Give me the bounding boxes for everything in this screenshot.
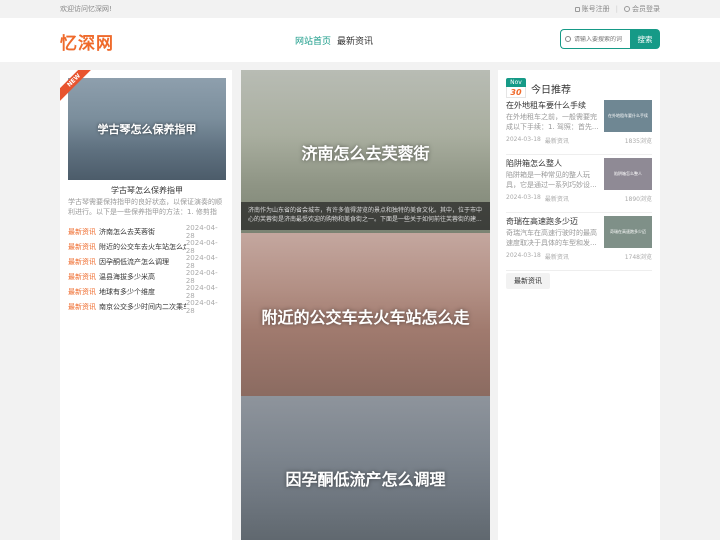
new-badge: NEW	[60, 70, 99, 105]
list-item-category[interactable]: 最新资讯	[68, 302, 99, 312]
date-badge: Nov 30	[506, 78, 526, 98]
featured-title[interactable]: 学古琴怎么保养指甲	[68, 185, 226, 196]
slide-card[interactable]: 附近的公交车去火车站怎么走	[241, 233, 490, 396]
list-item-category[interactable]: 最新资讯	[68, 227, 99, 237]
recommend-title[interactable]: 在外地租车要什么手续	[506, 100, 586, 111]
tag-latest-news[interactable]: 最新资讯	[506, 273, 550, 289]
register-link[interactable]: 账号注册	[574, 4, 610, 14]
recommend-date: 2024-03-18	[506, 136, 541, 143]
site-header: 忆深网 网站首页 最新资讯 搜索	[0, 18, 720, 62]
list-item-title[interactable]: 温县海拔多少米高	[99, 272, 186, 282]
article-list: 最新资讯 济南怎么去芙蓉街 2024-04-28 最新资讯 附近的公交车去火车站…	[68, 223, 226, 315]
list-item-date: 2024-04-28	[185, 283, 218, 300]
list-item-title[interactable]: 因孕酮低流产怎么调理	[99, 257, 186, 267]
recommend-item[interactable]: 在外地租车要什么手续 在外地租车之前，一般需要完成以下手续：1. 驾照：首先..…	[506, 100, 652, 155]
list-item-date: 2024-04-28	[185, 298, 218, 315]
search-icon	[565, 36, 571, 42]
recommend-item[interactable]: 奇瑞在高速跑多少迈 奇瑞汽车在高速行驶时的最高速度取决于具体的车型和发... 奇…	[506, 216, 652, 271]
register-label: 账号注册	[581, 5, 610, 13]
list-item-category[interactable]: 最新资讯	[68, 242, 99, 252]
featured-desc: 学古琴需要保持指甲的良好状态，以保证演奏的顺利进行。以下是一些保养指甲的方法：1…	[68, 198, 222, 216]
lock-icon	[574, 6, 580, 12]
list-item[interactable]: 最新资讯 地球有多少个维度 2024-04-28	[68, 283, 226, 300]
list-item[interactable]: 最新资讯 济南怎么去芙蓉街 2024-04-28	[68, 223, 226, 240]
date-day: 30	[506, 87, 526, 98]
recommend-title[interactable]: 奇瑞在高速跑多少迈	[506, 216, 578, 227]
recommend-meta: 2024-03-18 最新资讯 1890浏览	[506, 194, 652, 203]
slide-card[interactable]: 因孕酮低流产怎么调理	[241, 396, 490, 540]
recommend-item[interactable]: 陷阱箱怎么整人 陷阱箱是一种常见的整人玩具，它是通过一系列巧妙设... 陷阱箱怎…	[506, 158, 652, 213]
main-nav: 网站首页 最新资讯	[295, 34, 373, 47]
recommend-views: 1748浏览	[624, 254, 652, 261]
search-button[interactable]: 搜索	[630, 29, 660, 49]
recommend-title[interactable]: 陷阱箱怎么整人	[506, 158, 562, 169]
list-item-title[interactable]: 附近的公交车去火车站怎么走	[99, 242, 186, 252]
list-item-title[interactable]: 南京公交多少时间内二次乘车	[99, 302, 186, 312]
nav-latest-news[interactable]: 最新资讯	[337, 34, 373, 47]
list-item-category[interactable]: 最新资讯	[68, 287, 99, 297]
search-box	[560, 29, 630, 49]
slide-title: 因孕酮低流产怎么调理	[285, 470, 446, 489]
recommend-date: 2024-03-18	[506, 194, 541, 201]
recommend-desc: 在外地租车之前，一般需要完成以下手续：1. 驾照：首先...	[506, 113, 599, 131]
list-item[interactable]: 最新资讯 温县海拔多少米高 2024-04-28	[68, 268, 226, 285]
recommend-thumbnail[interactable]: 陷阱箱怎么整人	[604, 158, 652, 190]
recommend-category[interactable]: 最新资讯	[545, 252, 569, 261]
recommend-thumbnail[interactable]: 奇瑞在高速跑多少迈	[604, 216, 652, 248]
new-ribbon: NEW	[60, 70, 100, 110]
search-form: 搜索	[560, 29, 660, 49]
list-item-date: 2024-04-28	[185, 223, 218, 240]
list-item[interactable]: 最新资讯 因孕酮低流产怎么调理 2024-04-28	[68, 253, 226, 270]
slide-card[interactable]: 济南怎么去芙蓉街 济南作为山东省的省会城市，有许多值得游览的景点和独特的美食文化…	[241, 70, 490, 233]
list-item-date: 2024-04-28	[185, 238, 218, 255]
recommend-category[interactable]: 最新资讯	[545, 194, 569, 203]
recommend-views: 1835浏览	[624, 138, 652, 145]
recommend-meta: 2024-03-18 最新资讯 1748浏览	[506, 252, 652, 261]
left-column: 学古琴怎么保养指甲 NEW 学古琴怎么保养指甲 学古琴需要保持指甲的良好状态，以…	[60, 70, 232, 540]
slide-title: 附近的公交车去火车站怎么走	[261, 308, 470, 327]
site-logo[interactable]: 忆深网	[60, 29, 114, 54]
welcome-text: 欢迎访问忆深网!	[60, 5, 112, 13]
list-item[interactable]: 最新资讯 附近的公交车去火车站怎么走 2024-04-28	[68, 238, 226, 255]
list-item-title[interactable]: 地球有多少个维度	[99, 287, 186, 297]
recommend-views: 1890浏览	[624, 196, 652, 203]
recommend-thumbnail[interactable]: 在外地租车要什么手续	[604, 100, 652, 132]
search-input[interactable]	[574, 35, 626, 43]
recommend-category[interactable]: 最新资讯	[545, 136, 569, 145]
recommend-desc: 陷阱箱是一种常见的整人玩具，它是通过一系列巧妙设...	[506, 171, 597, 189]
list-item[interactable]: 最新资讯 南京公交多少时间内二次乘车 2024-04-28	[68, 298, 226, 315]
center-slides: 济南怎么去芙蓉街 济南作为山东省的省会城市，有许多值得游览的景点和独特的美食文化…	[241, 70, 490, 540]
login-label: 会员登录	[632, 5, 660, 13]
recommend-meta: 2024-03-18 最新资讯 1835浏览	[506, 136, 652, 145]
account-links: 账号注册 | 会员登录	[574, 4, 660, 14]
slide-caption: 济南作为山东省的省会城市，有许多值得游览的景点和独特的美食文化。其中，位于市中心…	[241, 202, 490, 230]
list-item-title[interactable]: 济南怎么去芙蓉街	[99, 227, 186, 237]
right-column: Nov 30 今日推荐 在外地租车要什么手续 在外地租车之前，一般需要完成以下手…	[498, 70, 660, 540]
recommend-heading: 今日推荐	[531, 85, 571, 96]
date-month: Nov	[506, 78, 526, 87]
login-link[interactable]: 会员登录	[624, 4, 660, 14]
recommend-date: 2024-03-18	[506, 252, 541, 259]
list-item-category[interactable]: 最新资讯	[68, 257, 99, 267]
slide-title: 济南怎么去芙蓉街	[301, 144, 430, 163]
user-icon	[624, 6, 630, 12]
list-item-date: 2024-04-28	[185, 253, 218, 270]
list-item-date: 2024-04-28	[185, 268, 218, 285]
recommend-desc: 奇瑞汽车在高速行驶时的最高速度取决于具体的车型和发...	[506, 229, 597, 247]
top-bar: 欢迎访问忆深网! 账号注册 | 会员登录	[0, 0, 720, 18]
nav-home[interactable]: 网站首页	[295, 34, 331, 47]
list-item-category[interactable]: 最新资讯	[68, 272, 99, 282]
link-separator: |	[615, 5, 618, 13]
